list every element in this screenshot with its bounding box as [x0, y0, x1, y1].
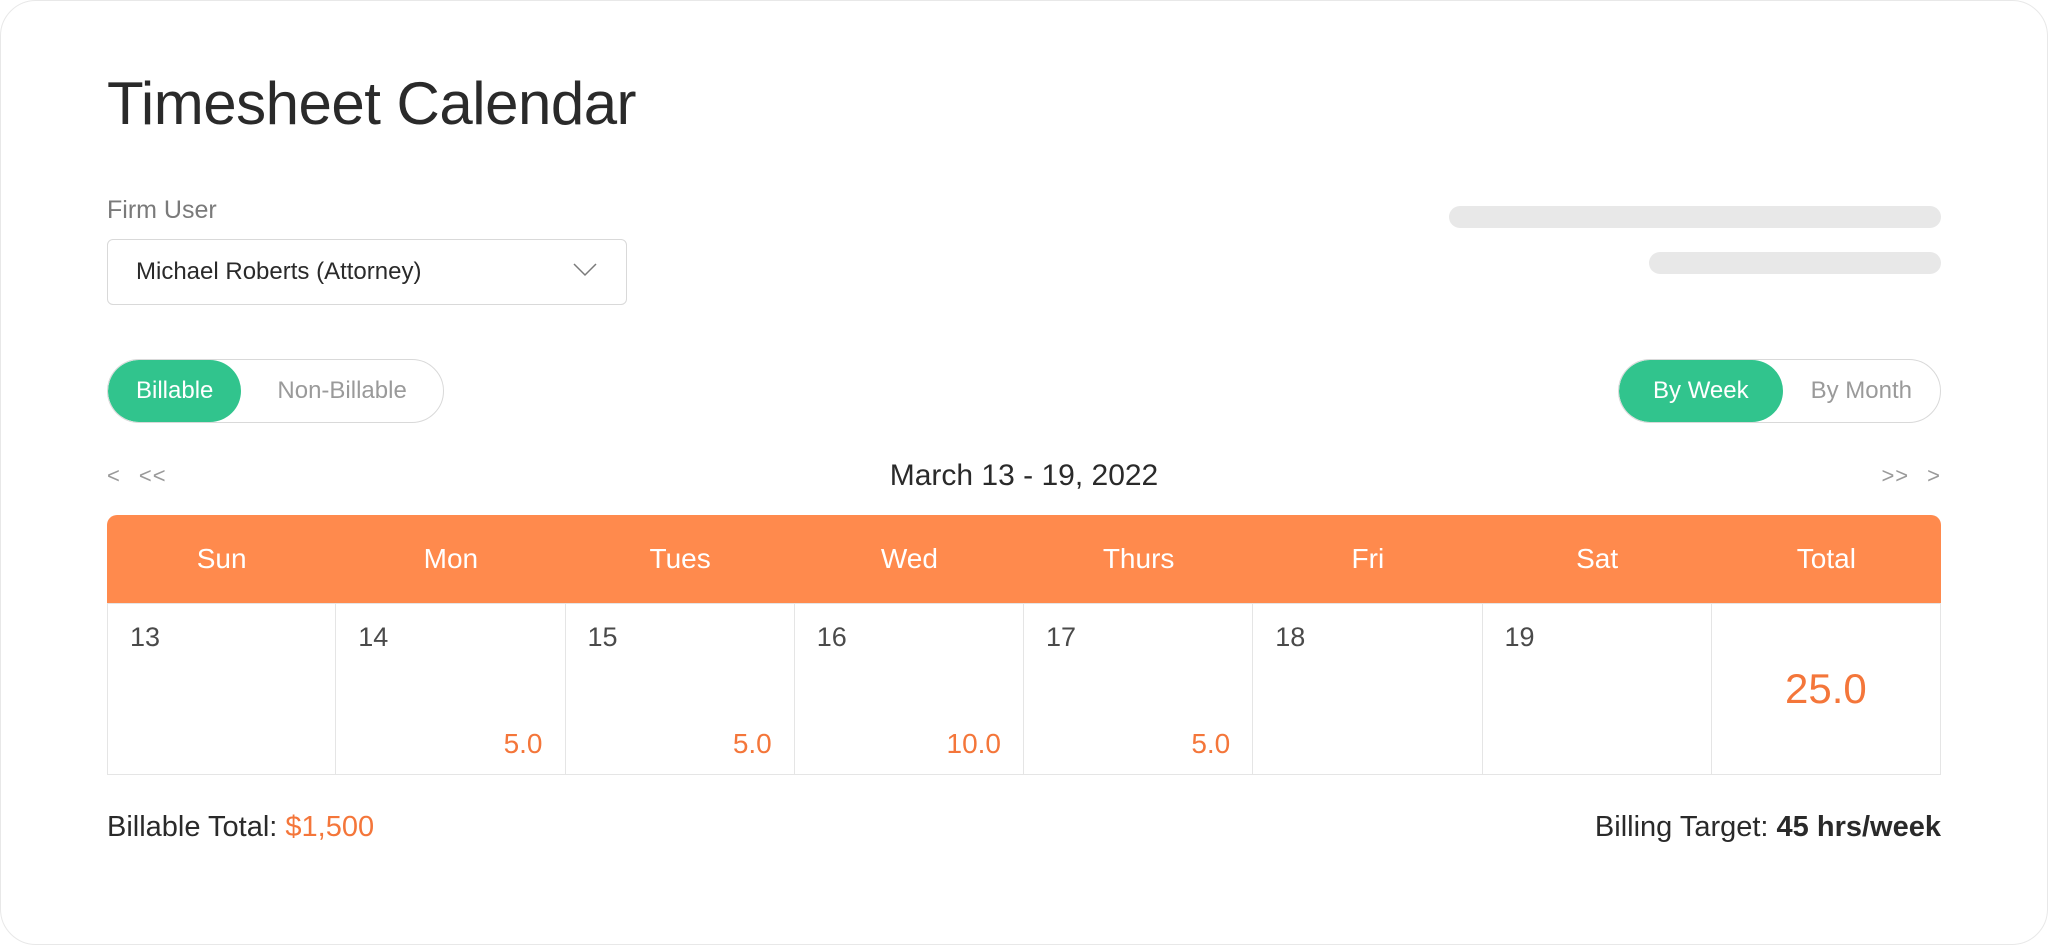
billing-target-value: 45 hrs/week — [1777, 811, 1941, 843]
billable-total: Billable Total: $1,500 — [107, 811, 374, 844]
date-range: March 13 - 19, 2022 — [890, 459, 1159, 493]
calendar-day-cell[interactable]: 19 — [1483, 603, 1712, 775]
day-hours: 5.0 — [733, 728, 772, 760]
calendar-header-cell: Tues — [566, 515, 795, 603]
day-number: 14 — [358, 622, 542, 653]
nav-prev-icon[interactable]: << — [139, 463, 167, 489]
calendar-header-cell: Total — [1712, 515, 1941, 603]
non-billable-button[interactable]: Non-Billable — [241, 360, 442, 422]
billing-target-label: Billing Target: — [1595, 811, 1777, 843]
placeholder-bar — [1449, 206, 1941, 228]
firm-user-label: Firm User — [107, 196, 627, 225]
calendar-day-cell[interactable]: 15 5.0 — [566, 603, 795, 775]
calendar-header-cell: Fri — [1253, 515, 1482, 603]
calendar-day-cell[interactable]: 13 — [107, 603, 336, 775]
day-number: 18 — [1275, 622, 1459, 653]
nav-last-icon[interactable]: > — [1927, 463, 1941, 489]
day-number: 13 — [130, 622, 313, 653]
total-hours: 25.0 — [1785, 665, 1867, 713]
day-number: 15 — [588, 622, 772, 653]
nav-arrows-right: >> > — [1881, 463, 1941, 489]
date-navigation: < << March 13 - 19, 2022 >> > — [107, 459, 1941, 493]
calendar-header-cell: Thurs — [1024, 515, 1253, 603]
calendar-day-cell[interactable]: 18 — [1253, 603, 1482, 775]
billable-button[interactable]: Billable — [108, 360, 241, 422]
calendar: Sun Mon Tues Wed Thurs Fri Sat Total 13 … — [107, 515, 1941, 775]
by-week-button[interactable]: By Week — [1619, 360, 1783, 422]
calendar-day-cell[interactable]: 14 5.0 — [336, 603, 565, 775]
calendar-total-cell: 25.0 — [1712, 603, 1941, 775]
page-title: Timesheet Calendar — [107, 69, 1941, 138]
billable-total-label: Billable Total: — [107, 811, 285, 843]
calendar-header-cell: Wed — [795, 515, 1024, 603]
nav-arrows-left: < << — [107, 463, 167, 489]
firm-user-field: Firm User Michael Roberts (Attorney) — [107, 196, 627, 305]
calendar-body: 13 14 5.0 15 5.0 16 10.0 17 5.0 18 — [107, 603, 1941, 775]
day-number: 19 — [1505, 622, 1689, 653]
billable-total-amount: $1,500 — [285, 811, 374, 843]
timesheet-card: Timesheet Calendar Firm User Michael Rob… — [0, 0, 2048, 945]
calendar-header: Sun Mon Tues Wed Thurs Fri Sat Total — [107, 515, 1941, 603]
day-number: 17 — [1046, 622, 1230, 653]
by-month-button[interactable]: By Month — [1783, 360, 1940, 422]
calendar-header-cell: Sun — [107, 515, 336, 603]
view-toggle: By Week By Month — [1618, 359, 1941, 423]
calendar-day-cell[interactable]: 16 10.0 — [795, 603, 1024, 775]
firm-user-select[interactable]: Michael Roberts (Attorney) — [107, 239, 627, 305]
day-hours: 10.0 — [947, 728, 1002, 760]
billable-toggle: Billable Non-Billable — [107, 359, 444, 423]
billing-target: Billing Target: 45 hrs/week — [1595, 811, 1941, 844]
day-hours: 5.0 — [1191, 728, 1230, 760]
placeholder-bars — [1449, 206, 1941, 274]
day-hours: 5.0 — [504, 728, 543, 760]
firm-user-value: Michael Roberts (Attorney) — [136, 258, 421, 286]
nav-first-icon[interactable]: < — [107, 463, 121, 489]
top-row: Firm User Michael Roberts (Attorney) — [107, 196, 1941, 305]
controls-row: Billable Non-Billable By Week By Month — [107, 359, 1941, 423]
calendar-header-cell: Mon — [336, 515, 565, 603]
footer-row: Billable Total: $1,500 Billing Target: 4… — [107, 811, 1941, 844]
calendar-header-cell: Sat — [1483, 515, 1712, 603]
chevron-down-icon — [572, 262, 598, 283]
day-number: 16 — [817, 622, 1001, 653]
nav-next-icon[interactable]: >> — [1881, 463, 1909, 489]
placeholder-bar — [1649, 252, 1941, 274]
calendar-day-cell[interactable]: 17 5.0 — [1024, 603, 1253, 775]
